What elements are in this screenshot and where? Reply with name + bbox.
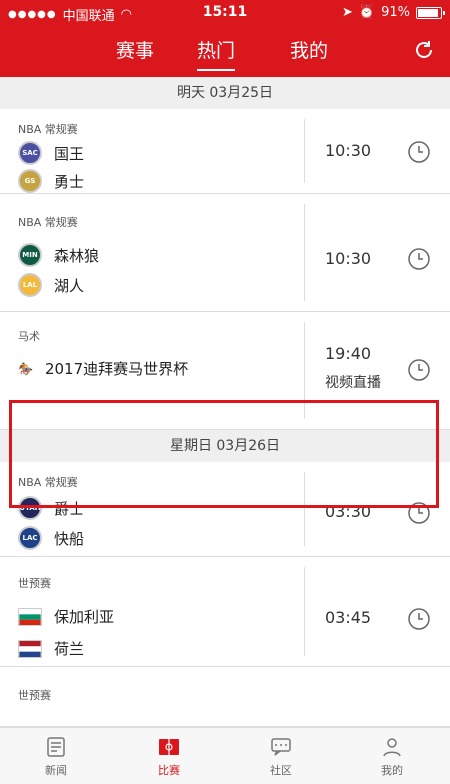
event-row: 🏇 2017迪拜赛马世界杯 <box>18 358 188 379</box>
team-row: LAC 快船 <box>18 526 84 550</box>
match-card[interactable]: NBA 常规赛 UTAH 爵士 LAC 快船 03:30 <box>0 462 450 557</box>
nav-label: 我的 <box>381 764 403 777</box>
nav-matches[interactable]: 比赛 <box>139 735 199 778</box>
divider <box>304 322 305 419</box>
league-label: 马术 <box>18 330 40 343</box>
match-card[interactable]: 马术 🏇 2017迪拜赛马世界杯 19:40 视频直播 <box>0 312 450 430</box>
team-name: 快船 <box>54 529 85 548</box>
team-name: 森林狼 <box>54 246 100 265</box>
team-row: MIN 森林狼 <box>18 243 99 267</box>
nav-profile[interactable]: 我的 <box>362 735 422 778</box>
top-tabs: 赛事 热门 我的 <box>0 30 450 71</box>
match-time: 03:30 <box>325 502 372 521</box>
nav-label: 新闻 <box>45 764 67 777</box>
match-card[interactable]: NBA 常规赛 MIN 森林狼 LAL 湖人 10:30 <box>0 194 450 312</box>
team-row: SAC 国王 <box>18 141 84 165</box>
team-logo: SAC <box>18 141 42 165</box>
team-logo: LAL <box>18 273 42 297</box>
nav-label: 比赛 <box>158 764 180 777</box>
horse-racing-icon: 🏇 <box>18 361 33 376</box>
divider <box>304 119 305 183</box>
league-label: 世预赛 <box>18 577 51 590</box>
tab-mine[interactable]: 我的 <box>290 36 328 63</box>
bottom-nav: 新闻 比赛 社区 我的 <box>0 727 450 784</box>
nav-label: 社区 <box>270 764 292 777</box>
tab-hot[interactable]: 热门 <box>197 36 236 71</box>
match-time: 19:40 <box>325 344 372 363</box>
team-logo: UTAH <box>18 496 42 520</box>
refresh-icon[interactable] <box>412 38 436 62</box>
team-row: 保加利亚 <box>18 606 114 627</box>
reminder-clock-icon[interactable] <box>407 501 431 525</box>
divider <box>304 567 305 656</box>
league-label: 世预赛 <box>18 689 51 702</box>
netherlands-flag-icon <box>18 639 42 658</box>
team-logo: GS <box>18 169 42 193</box>
divider <box>304 204 305 301</box>
tab-events[interactable]: 赛事 <box>116 36 154 63</box>
team-row: GS 勇士 <box>18 169 84 193</box>
team-logo: MIN <box>18 243 42 267</box>
match-card[interactable]: 世预赛 <box>0 667 450 727</box>
reminder-clock-icon[interactable] <box>407 358 431 382</box>
live-status: 视频直播 <box>325 375 381 391</box>
league-label: NBA 常规赛 <box>18 476 78 489</box>
divider <box>304 472 305 546</box>
news-icon <box>47 737 65 757</box>
battery-percent: 91% <box>381 5 410 20</box>
nav-community[interactable]: 社区 <box>251 735 311 778</box>
reminder-clock-icon[interactable] <box>407 140 431 164</box>
match-field-icon <box>159 739 179 755</box>
user-icon <box>383 738 401 757</box>
battery-icon <box>416 6 445 19</box>
team-name: 荷兰 <box>54 640 85 658</box>
team-name: 国王 <box>54 144 85 163</box>
reminder-clock-icon[interactable] <box>407 607 431 631</box>
date-header: 明天 03月25日 <box>0 77 450 109</box>
date-header: 星期日 03月26日 <box>0 430 450 462</box>
match-time: 03:45 <box>325 608 372 627</box>
team-row: LAL 湖人 <box>18 273 84 297</box>
nav-news[interactable]: 新闻 <box>26 735 86 778</box>
event-name: 2017迪拜赛马世界杯 <box>44 360 189 378</box>
team-row: UTAH 爵士 <box>18 496 84 520</box>
chat-icon <box>271 738 291 756</box>
league-label: NBA 常规赛 <box>18 123 78 136</box>
team-row: 荷兰 <box>18 638 84 659</box>
match-list[interactable]: 明天 03月25日 NBA 常规赛 SAC 国王 GS 勇士 10:30 NBA… <box>0 77 450 727</box>
match-time: 10:30 <box>325 249 372 268</box>
bulgaria-flag-icon <box>18 607 42 626</box>
team-name: 爵士 <box>54 499 85 518</box>
status-bar: ●●●●● 中国联通 ◠ 15:11 ➤ ⏰ 91% <box>0 0 450 26</box>
team-name: 勇士 <box>54 172 85 191</box>
location-icon: ➤ <box>342 5 353 20</box>
match-card[interactable]: 世预赛 保加利亚 荷兰 03:45 <box>0 557 450 667</box>
league-label: NBA 常规赛 <box>18 216 78 229</box>
match-card[interactable]: NBA 常规赛 SAC 国王 GS 勇士 10:30 <box>0 109 450 194</box>
team-logo: LAC <box>18 526 42 550</box>
reminder-clock-icon[interactable] <box>407 247 431 271</box>
team-name: 湖人 <box>54 276 85 295</box>
match-time: 10:30 <box>325 141 372 160</box>
team-name: 保加利亚 <box>54 608 115 626</box>
alarm-icon: ⏰ <box>358 5 376 20</box>
